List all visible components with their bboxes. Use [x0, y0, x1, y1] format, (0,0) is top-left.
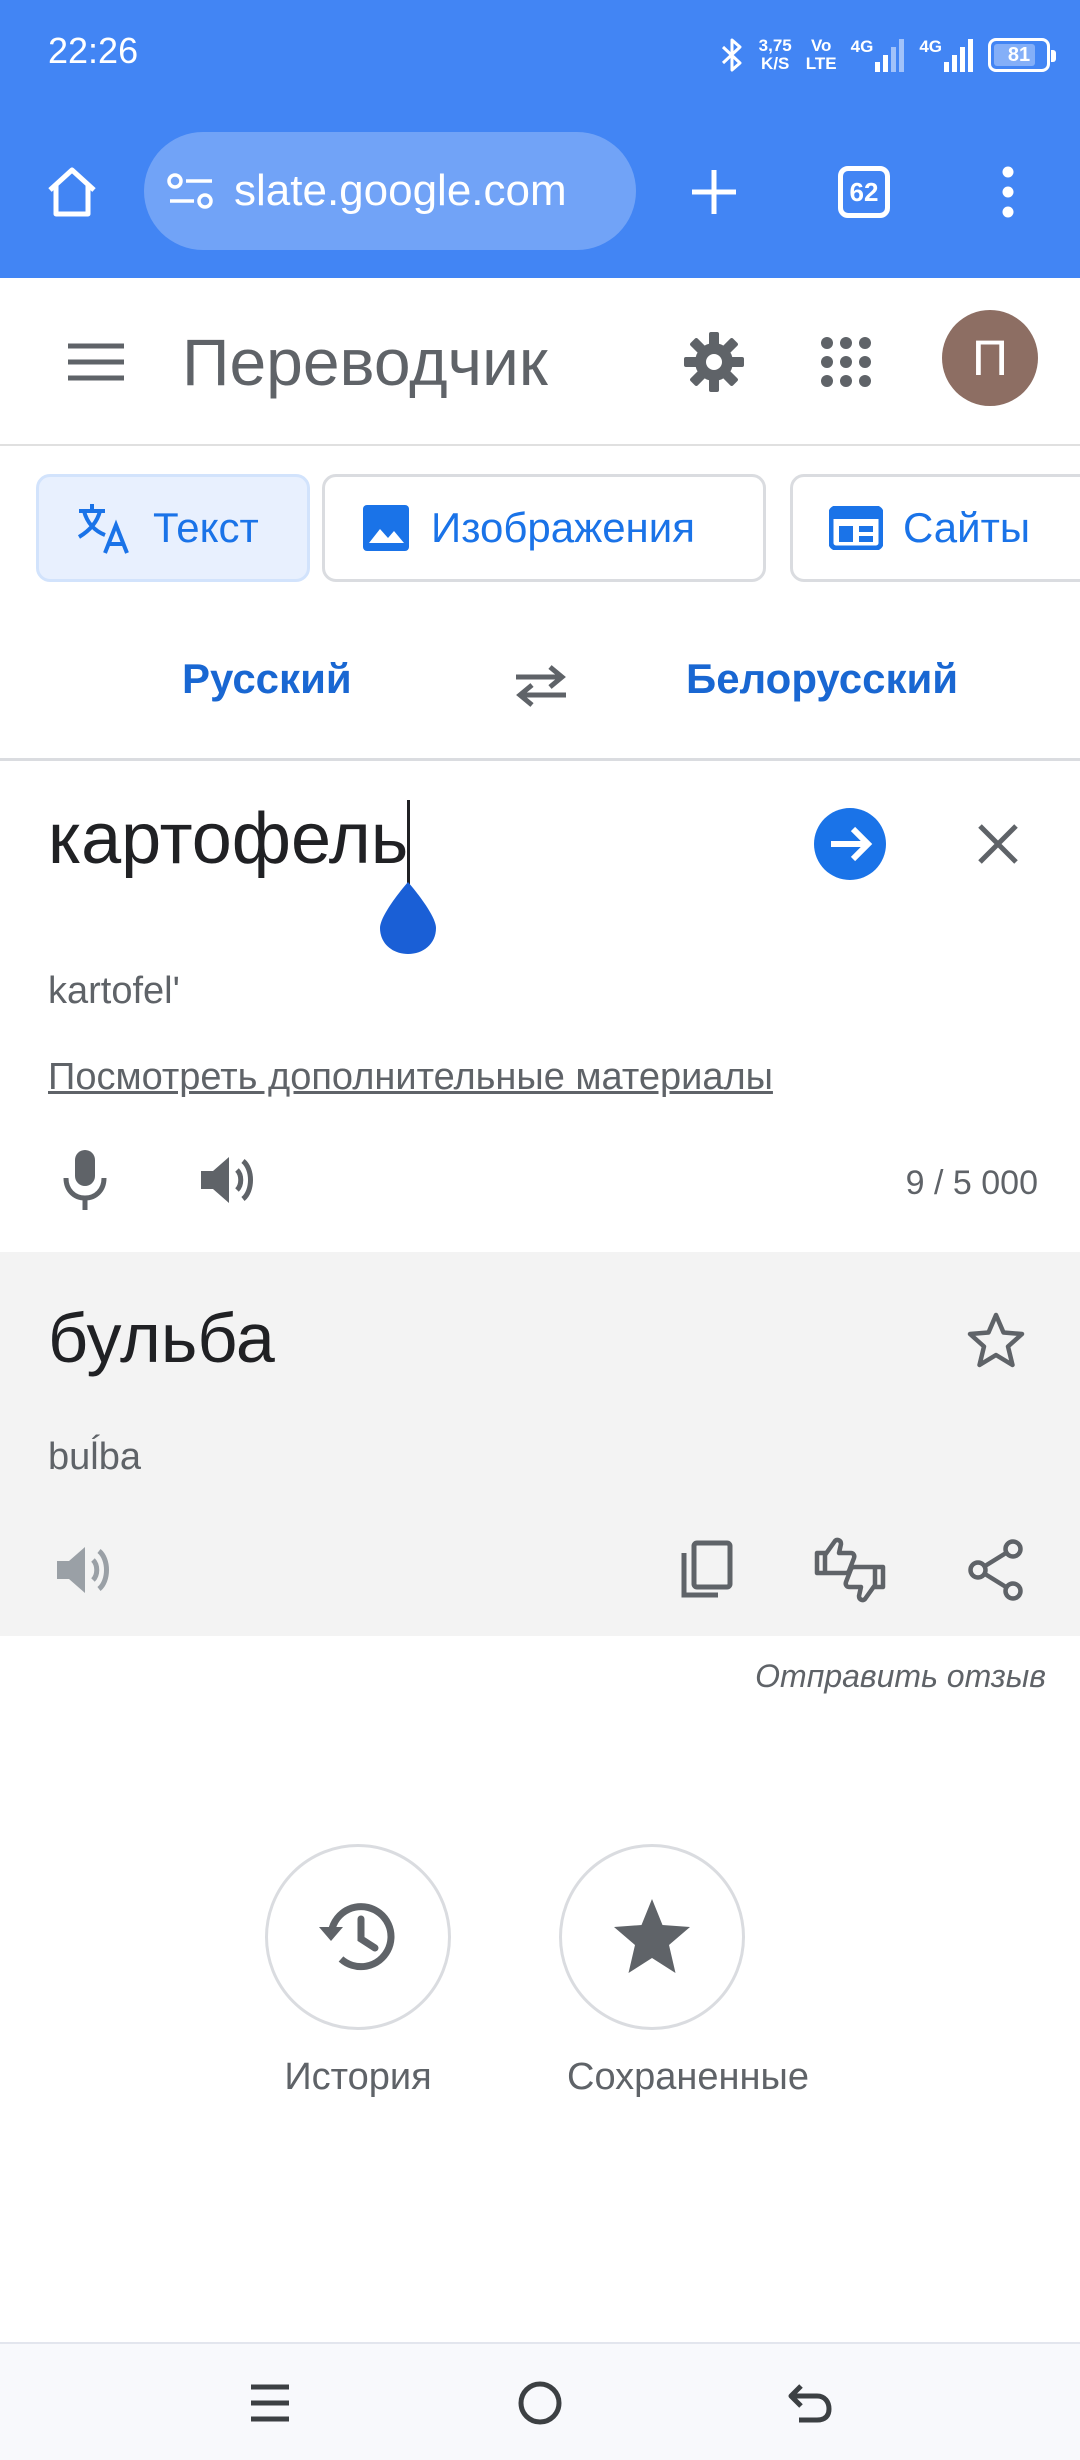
website-icon — [829, 506, 883, 550]
apps-grid-icon — [821, 337, 871, 387]
recents-icon — [251, 2384, 289, 2422]
main-menu-button[interactable] — [60, 326, 132, 398]
tab-websites-label: Сайты — [903, 504, 1031, 551]
tab-count: 62 — [838, 166, 890, 218]
status-time: 22:26 — [48, 30, 139, 71]
home-nav-button[interactable] — [500, 2368, 580, 2438]
clear-input-button[interactable] — [960, 806, 1036, 882]
system-nav-bar — [0, 2342, 1080, 2460]
more-materials-link[interactable]: Посмотреть дополнительные материалы — [48, 1056, 773, 1099]
back-icon — [788, 2384, 832, 2423]
tab-websites[interactable]: Сайты — [790, 474, 1080, 582]
source-input[interactable]: картофель — [48, 798, 408, 880]
star-outline-icon — [967, 1312, 1025, 1368]
rate-translation-button[interactable] — [812, 1532, 888, 1608]
saved-button[interactable] — [559, 1844, 745, 2030]
translate-icon — [77, 504, 129, 554]
save-translation-button[interactable] — [956, 1300, 1036, 1380]
browser-chrome: 22:26 3,75 K/S Vo LTE 4G 4G 81 slate.goo… — [0, 0, 1080, 278]
new-tab-button[interactable] — [672, 150, 756, 234]
signal-icon — [875, 39, 905, 72]
site-settings-icon — [167, 173, 213, 209]
url-bar[interactable]: slate.google.com — [144, 132, 636, 250]
tab-text-label: Текст — [153, 504, 259, 551]
signal-icon — [944, 39, 973, 72]
image-icon — [363, 505, 409, 551]
gear-icon — [684, 332, 744, 392]
browser-menu-button[interactable] — [966, 150, 1050, 234]
avatar[interactable]: П — [942, 310, 1038, 406]
source-language-button[interactable]: Русский — [182, 655, 352, 703]
thumbs-up-down-icon — [814, 1537, 886, 1603]
url-text: slate.google.com — [234, 166, 567, 215]
home-icon — [48, 167, 96, 217]
copy-icon — [681, 1540, 733, 1598]
speaker-icon — [201, 1157, 253, 1203]
saved-label: Сохраненные — [567, 2056, 809, 2098]
close-icon — [978, 824, 1018, 864]
swap-icon — [516, 665, 566, 707]
net-speed: 3,75 K/S — [758, 36, 792, 73]
signal-1: 4G — [851, 38, 906, 72]
target-language-button[interactable]: Белорусский — [686, 655, 958, 703]
send-feedback-link[interactable]: Отправить отзыв — [755, 1658, 1046, 1695]
circle-home-icon — [518, 2381, 562, 2425]
speaker-icon — [57, 1547, 109, 1593]
recent-apps-button[interactable] — [230, 2368, 310, 2438]
app-title: Переводчик — [182, 325, 548, 399]
listen-source-button[interactable] — [190, 1142, 266, 1218]
copy-translation-button[interactable] — [668, 1532, 744, 1608]
divider — [0, 758, 1080, 761]
more-vert-icon — [1002, 166, 1014, 218]
star-icon — [614, 1899, 690, 1973]
plus-icon — [692, 170, 736, 214]
history-button[interactable] — [265, 1844, 451, 2030]
char-counter: 9 / 5 000 — [905, 1164, 1038, 1202]
translation-text: бульба — [48, 1299, 275, 1377]
translate-submit-button[interactable] — [812, 806, 888, 882]
arrow-forward-icon — [814, 808, 886, 880]
back-button[interactable] — [770, 2368, 850, 2438]
tab-images-label: Изображения — [431, 504, 695, 551]
signal-2: 4G — [919, 38, 974, 72]
translation-transliteration: buĺba — [48, 1436, 141, 1478]
status-icons: 3,75 K/S Vo LTE 4G 4G 81 — [719, 30, 1056, 80]
home-button[interactable] — [30, 150, 114, 234]
history-icon — [319, 1903, 395, 1971]
apps-button[interactable] — [806, 322, 886, 402]
microphone-icon — [63, 1150, 107, 1210]
share-translation-button[interactable] — [958, 1532, 1034, 1608]
translation-result-panel: бульба buĺba — [0, 1252, 1080, 1636]
source-transliteration: kartofel' — [48, 970, 180, 1012]
voice-input-button[interactable] — [50, 1142, 120, 1218]
hamburger-icon — [68, 343, 124, 381]
tab-text[interactable]: Текст — [36, 474, 310, 582]
swap-languages-button[interactable] — [506, 650, 576, 720]
settings-button[interactable] — [674, 322, 754, 402]
cursor-handle-icon[interactable] — [378, 880, 438, 956]
listen-translation-button[interactable] — [46, 1532, 122, 1608]
bluetooth-icon — [721, 38, 742, 72]
volte-indicator: Vo LTE — [805, 36, 837, 73]
tab-images[interactable]: Изображения — [322, 474, 766, 582]
tab-switcher-button[interactable]: 62 — [822, 150, 906, 234]
battery-indicator: 81 — [988, 38, 1056, 72]
history-label: История — [284, 2056, 432, 2098]
app-header: Переводчик П — [0, 278, 1080, 446]
share-icon — [968, 1539, 1023, 1601]
